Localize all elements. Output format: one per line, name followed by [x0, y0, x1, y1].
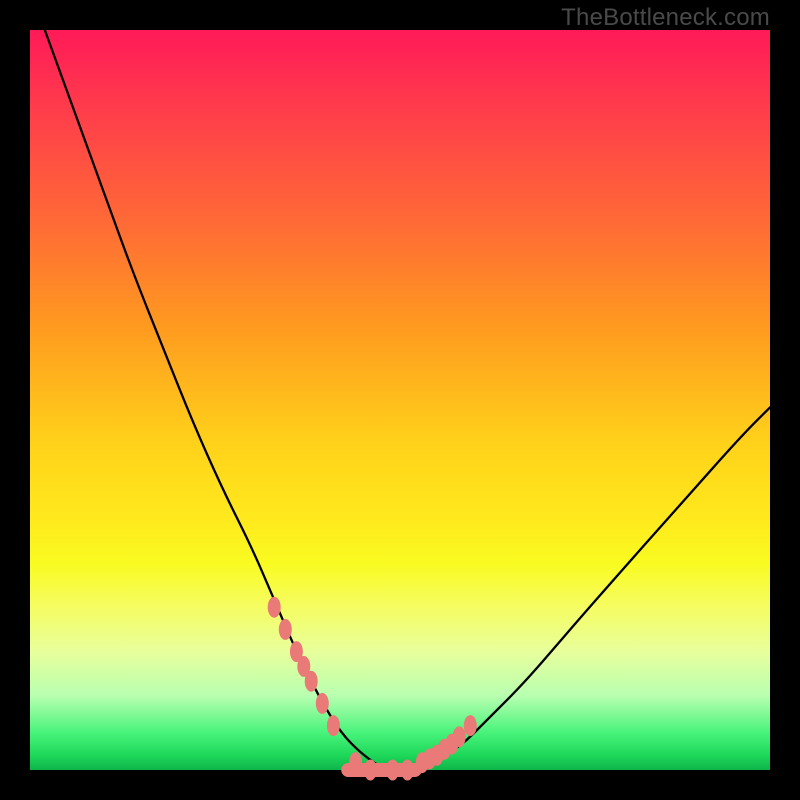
watermark-text: TheBottleneck.com [561, 4, 770, 32]
chart-plot-area [30, 30, 770, 770]
chart-svg [30, 30, 770, 770]
curve-markers [268, 597, 477, 781]
bottleneck-curve [45, 30, 770, 770]
outer-frame: TheBottleneck.com [0, 0, 800, 800]
